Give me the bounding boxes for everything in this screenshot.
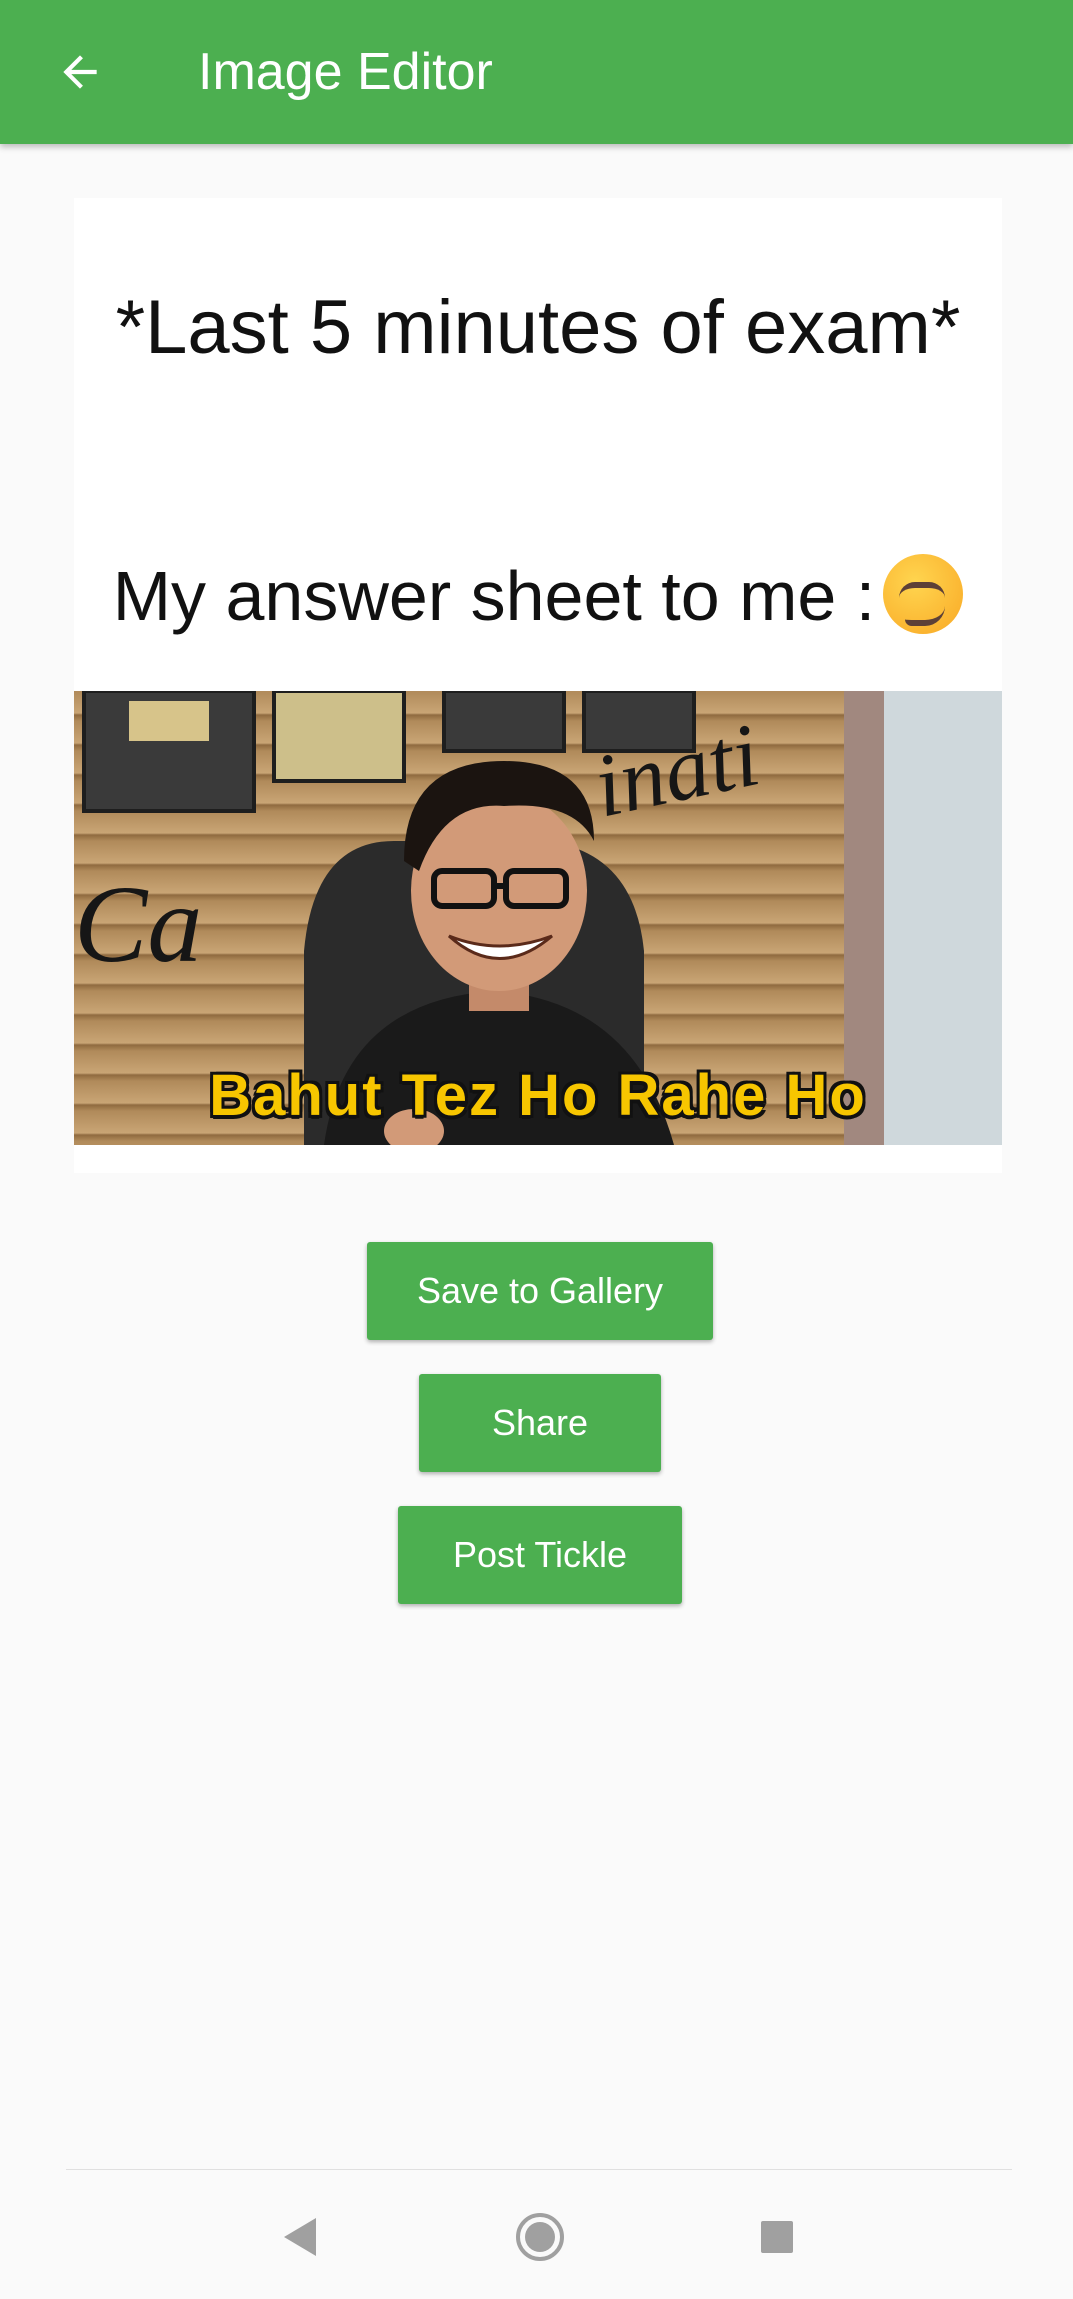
app-bar: Image Editor	[0, 0, 1073, 144]
navbar-divider	[66, 2169, 1012, 2170]
nav-recents-icon[interactable]	[759, 2219, 795, 2255]
share-button[interactable]: Share	[419, 1374, 661, 1472]
meme-image-preview: *Last 5 minutes of exam* My answer sheet…	[74, 198, 1002, 1173]
nav-home-icon[interactable]	[514, 2211, 566, 2263]
svg-text:Ca: Ca	[74, 863, 202, 985]
back-button[interactable]	[40, 32, 120, 112]
meme-text-line-2-label: My answer sheet to me :	[112, 557, 876, 635]
meme-caption: Bahut Tez Ho Rahe Ho	[209, 1063, 867, 1128]
meme-text-line-2: My answer sheet to me :	[74, 546, 1002, 646]
meme-text-line-1: *Last 5 minutes of exam*	[115, 285, 961, 370]
post-tickle-button[interactable]: Post Tickle	[398, 1506, 682, 1604]
meme-photo: Ca inati Bahut Tez Ho Rahe Ho	[74, 691, 1002, 1145]
save-to-gallery-button[interactable]: Save to Gallery	[367, 1242, 713, 1340]
nav-back-icon[interactable]	[280, 2216, 320, 2258]
page-title: Image Editor	[198, 43, 493, 101]
arrow-back-icon	[63, 55, 97, 89]
smirking-face-emoji	[883, 554, 964, 634]
system-navigation-bar	[0, 2169, 1073, 2299]
